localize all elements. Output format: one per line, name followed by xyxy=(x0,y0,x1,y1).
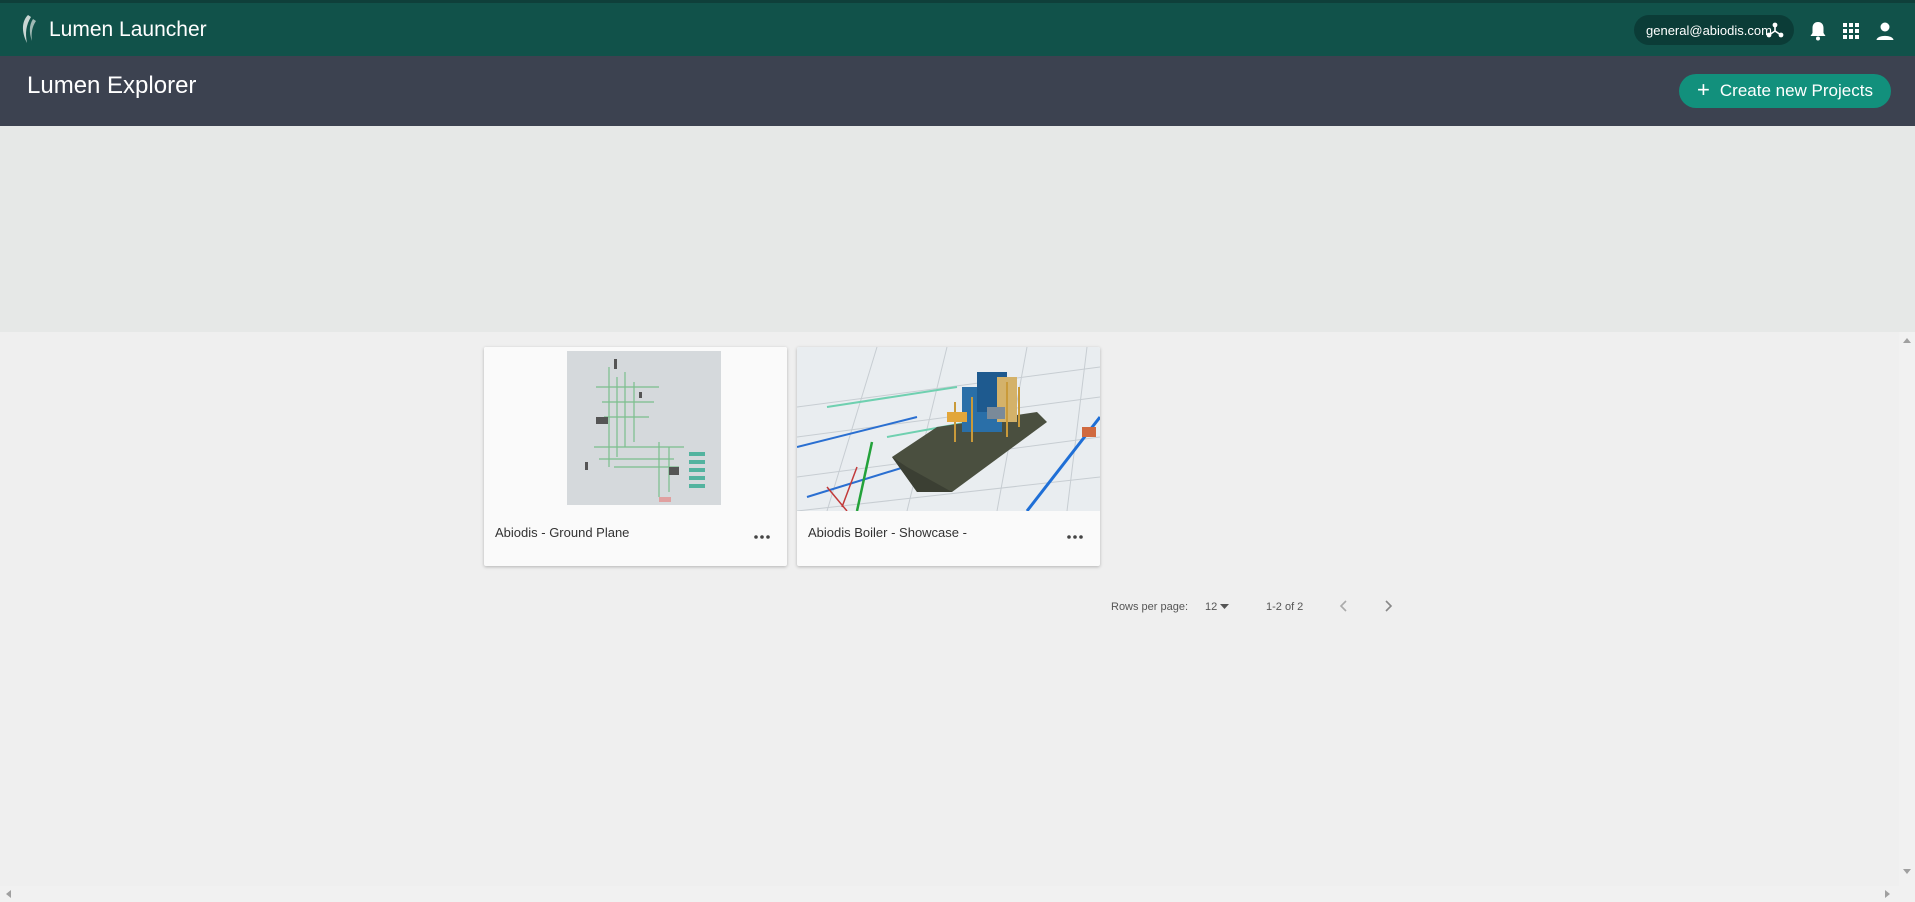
caret-down-icon xyxy=(1220,604,1230,609)
more-horizontal-icon[interactable] xyxy=(1066,533,1084,541)
create-project-label: Create new Projects xyxy=(1719,81,1873,100)
project-title[interactable]: Abiodis - Ground Plane xyxy=(495,525,629,540)
project-thumbnail[interactable] xyxy=(484,347,787,511)
page-header: Lumen Explorer + Create new Projects xyxy=(0,56,1915,126)
scroll-down-arrow-icon[interactable] xyxy=(1903,869,1911,875)
page-title: Lumen Explorer xyxy=(27,72,197,99)
account-email: general@abiodis.com xyxy=(1646,22,1772,38)
leaf-logo-icon[interactable] xyxy=(18,13,40,45)
plus-icon: + xyxy=(1697,77,1710,102)
rows-per-page-label: Rows per page: xyxy=(1111,601,1189,613)
rows-per-page-value: 12 xyxy=(1205,601,1218,613)
person-icon[interactable] xyxy=(1874,20,1896,42)
banner-area xyxy=(0,126,1915,332)
account-selector[interactable]: general@abiodis.com xyxy=(1634,15,1794,45)
rows-per-page-select[interactable]: 12 xyxy=(1205,601,1230,613)
create-project-button[interactable]: + Create new Projects xyxy=(1679,74,1891,108)
project-thumbnail[interactable] xyxy=(797,347,1100,511)
vertical-scrollbar[interactable] xyxy=(1899,332,1915,886)
scroll-up-arrow-icon[interactable] xyxy=(1903,337,1911,343)
bell-icon[interactable] xyxy=(1807,20,1829,42)
app-bar: Lumen Launcher general@abiodis.com xyxy=(0,0,1915,56)
project-card[interactable]: Abiodis - Ground Plane xyxy=(484,347,787,566)
hub-icon xyxy=(1766,22,1784,38)
more-horizontal-icon[interactable] xyxy=(753,533,771,541)
chevron-right-icon[interactable] xyxy=(1382,598,1394,614)
chevron-left-icon[interactable] xyxy=(1338,598,1350,614)
scroll-left-arrow-icon[interactable] xyxy=(5,890,11,898)
project-title[interactable]: Abiodis Boiler - Showcase - xyxy=(808,525,967,540)
app-title: Lumen Launcher xyxy=(49,18,207,41)
pagination-range: 1-2 of 2 xyxy=(1266,601,1304,613)
apps-grid-icon[interactable] xyxy=(1840,20,1862,42)
horizontal-scrollbar[interactable] xyxy=(0,886,1915,902)
scroll-right-arrow-icon[interactable] xyxy=(1885,890,1891,898)
project-card[interactable]: Abiodis Boiler - Showcase - xyxy=(797,347,1100,566)
